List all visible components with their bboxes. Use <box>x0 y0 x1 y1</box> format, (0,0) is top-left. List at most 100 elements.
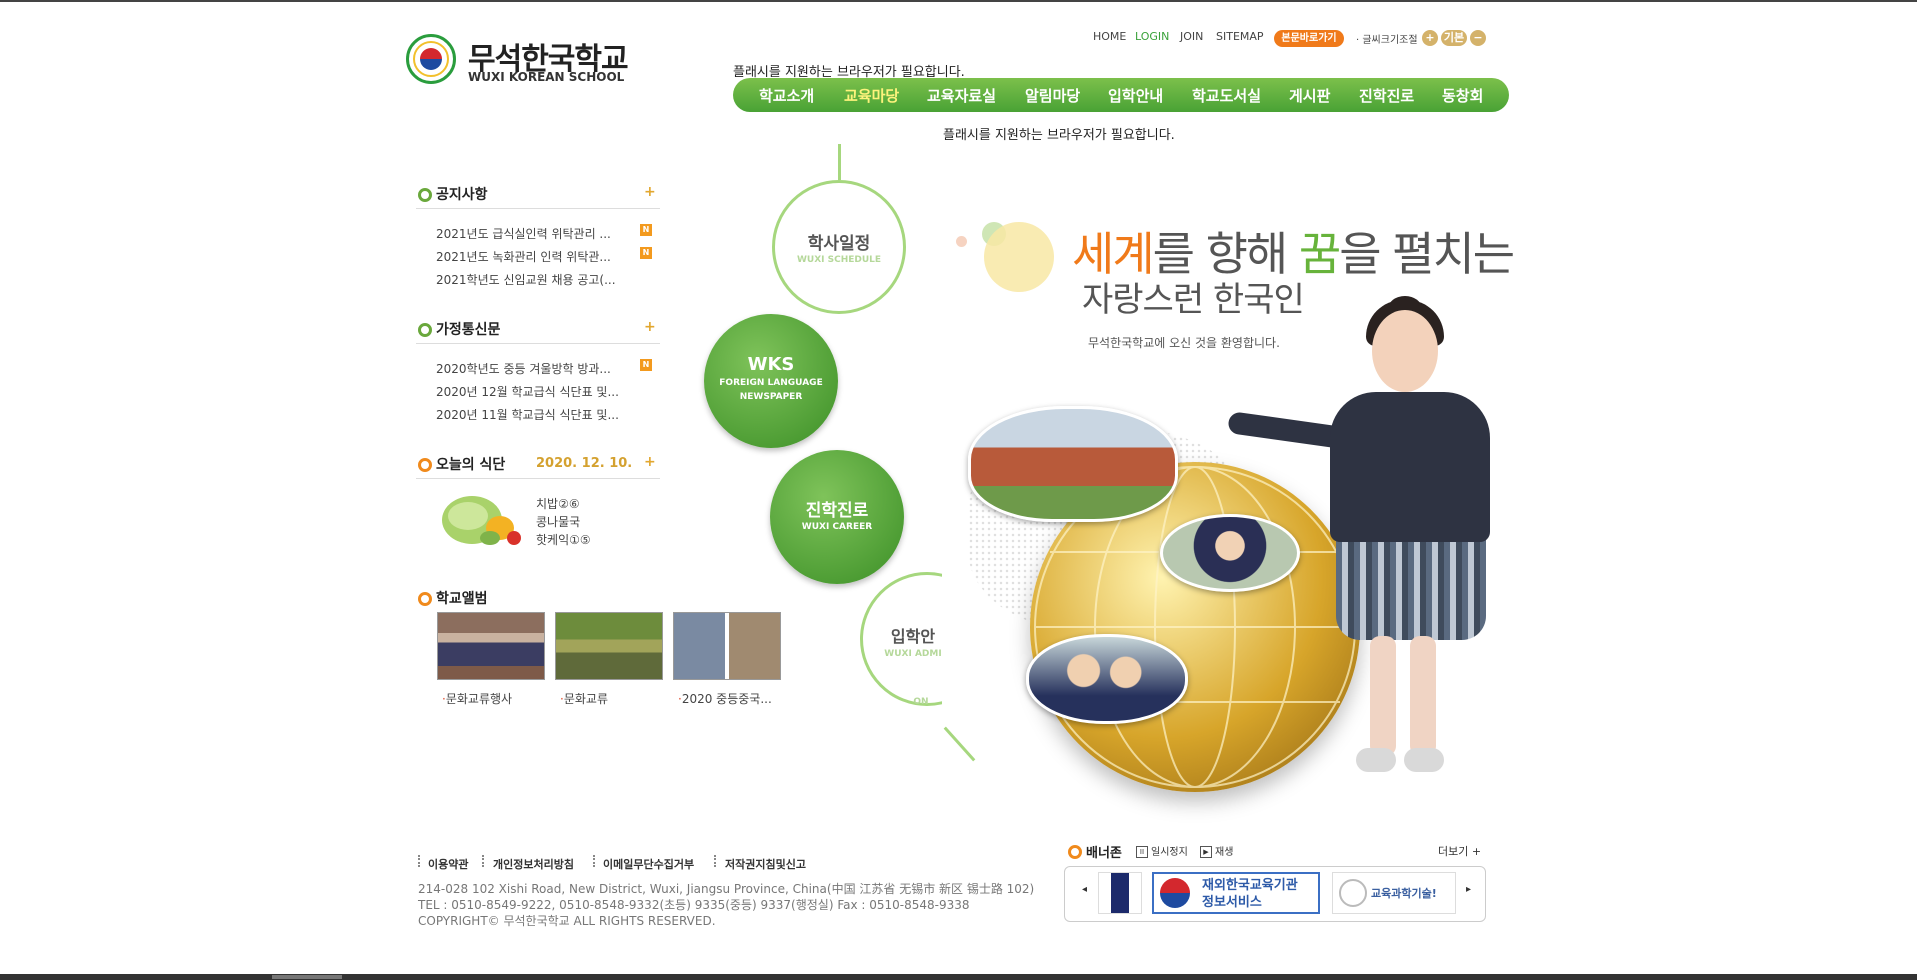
notice-bullet-icon <box>418 188 432 202</box>
schedule-sub: WUXI SCHEDULE <box>796 255 882 265</box>
meal-menu-item: 콩나물국 <box>536 515 581 529</box>
deco-circle <box>984 222 1054 292</box>
student-model-face <box>1372 310 1438 392</box>
banner-item-korean-edu-info[interactable]: 재외한국교육기관 정보서비스 <box>1152 872 1320 914</box>
newsletter-title: 가정통신문 <box>436 322 501 338</box>
newsletter-item[interactable]: 2020년 12월 학교급식 식단표 및... <box>436 383 636 400</box>
font-default-button[interactable]: 기본 <box>1441 30 1467 46</box>
footer-link-copyright[interactable]: 저작권지침및신고 <box>725 856 806 872</box>
horizontal-scrollbar[interactable] <box>0 974 1917 980</box>
album-caption[interactable]: ·2020 중등중국... <box>678 690 772 707</box>
nav-alumni[interactable]: 동창회 <box>1442 85 1483 106</box>
footer-link-email[interactable]: 이메일무단수집거부 <box>603 856 694 872</box>
font-increase-button[interactable]: + <box>1422 30 1438 46</box>
admission-circle[interactable]: 입학안 WUXI ADMI ON <box>860 572 942 707</box>
nav-notices[interactable]: 알림마당 <box>1025 85 1080 106</box>
banner-pause-button[interactable]: II 일시정지 <box>1136 843 1188 858</box>
album-caption[interactable]: ·문화교류행사 <box>442 690 512 707</box>
meal-date: 2020. 12. 10. <box>536 456 633 471</box>
career-title: 진학진로 <box>805 501 869 521</box>
newsletter-item[interactable]: 2020년 11월 학교급식 식단표 및... <box>436 406 636 423</box>
banner-item[interactable] <box>1098 872 1142 914</box>
nav-school-intro[interactable]: 학교소개 <box>759 85 814 106</box>
site-name-en: WUXI KOREAN SCHOOL <box>468 70 625 84</box>
career-circle[interactable]: 진학진로 WUXI CAREER <box>770 450 904 584</box>
meal-menu-item: 핫케익①⑤ <box>536 533 591 547</box>
notice-more-button[interactable]: + <box>644 184 656 200</box>
admission-sub: WUXI ADMI <box>884 649 942 659</box>
hero-welcome: 무석한국학교에 오신 것을 환영합니다. <box>1088 336 1280 350</box>
flash-notice-sub: 플래시를 지원하는 브라우저가 필요합니다. <box>943 128 1175 143</box>
student-model-shoe <box>1356 748 1396 772</box>
student-model-leg <box>1410 636 1436 756</box>
join-link[interactable]: JOIN <box>1180 30 1203 43</box>
banner-text: 교육과학기술! <box>1371 887 1437 900</box>
new-badge: N <box>640 224 652 236</box>
banner-prev-arrow-icon[interactable]: ◂ <box>1082 884 1087 895</box>
login-link[interactable]: LOGIN <box>1135 30 1169 43</box>
notice-item[interactable]: 2021년도 녹화관리 인력 위탁관... <box>436 248 636 265</box>
notice-title: 공지사항 <box>436 187 488 203</box>
album-caption[interactable]: ·문화교류 <box>560 690 608 707</box>
newsletter-more-button[interactable]: + <box>644 319 656 335</box>
sitemap-link[interactable]: SITEMAP <box>1216 30 1264 43</box>
skip-to-content-button[interactable]: 본문바로가기 <box>1274 30 1344 47</box>
nav-admission[interactable]: 입학안내 <box>1108 85 1163 106</box>
career-sub: WUXI CAREER <box>801 522 873 532</box>
deco-dot <box>956 236 967 247</box>
ministry-emblem-icon <box>1339 879 1367 907</box>
main-navigation: 학교소개 교육마당 교육자료실 알림마당 입학안내 학교도서실 게시판 진학진로… <box>733 78 1509 112</box>
footer-separator <box>714 855 718 867</box>
footer-address: 214-028 102 Xishi Road, New District, Wu… <box>418 882 1035 896</box>
album-thumbnail[interactable] <box>555 612 663 680</box>
vegetables-image <box>440 488 528 548</box>
scrollbar-thumb[interactable] <box>272 975 342 979</box>
banner-zone-title: 배너존 <box>1086 846 1122 861</box>
admission-sub2: ON <box>913 697 929 707</box>
footer-link-privacy[interactable]: 개인정보처리방침 <box>493 856 574 872</box>
album-thumbnail[interactable] <box>673 612 781 680</box>
schedule-circle[interactable]: 학사일정 WUXI SCHEDULE <box>772 180 906 314</box>
circle-connector <box>943 726 976 762</box>
album-title: 학교앨범 <box>436 591 488 607</box>
font-size-label: · 글씨크기조절 <box>1356 35 1418 46</box>
student-model-shoe <box>1404 748 1444 772</box>
student-model-jacket <box>1330 392 1490 542</box>
home-link[interactable]: HOME <box>1093 30 1126 43</box>
school-building-photo <box>968 406 1178 522</box>
students-boys-photo <box>1026 634 1188 724</box>
nav-materials[interactable]: 교육자료실 <box>927 85 996 106</box>
meal-title: 오늘의 식단 <box>436 457 506 473</box>
font-decrease-button[interactable]: − <box>1470 30 1486 46</box>
newsletter-bullet-icon <box>418 323 432 337</box>
notice-item[interactable]: 2021학년도 신임교원 채용 공고(... <box>436 271 636 288</box>
new-badge: N <box>640 359 652 371</box>
taegeuk-icon <box>1160 878 1190 908</box>
circle-connector <box>838 144 841 180</box>
nav-career[interactable]: 진학진로 <box>1359 85 1414 106</box>
footer-separator <box>593 855 597 867</box>
schedule-title: 학사일정 <box>807 234 871 254</box>
nav-education[interactable]: 교육마당 <box>844 85 899 106</box>
meal-more-button[interactable]: + <box>644 454 656 470</box>
newsletter-divider <box>416 343 660 344</box>
newsletter-item[interactable]: 2020학년도 중등 겨울방학 방과... <box>436 360 636 377</box>
banner-next-arrow-icon[interactable]: ▸ <box>1466 884 1471 895</box>
nav-board[interactable]: 게시판 <box>1289 85 1330 106</box>
meal-bullet-icon <box>418 458 432 472</box>
album-thumbnail[interactable] <box>437 612 545 680</box>
wks-sub2: NEWSPAPER <box>739 392 803 402</box>
student-model-skirt <box>1336 530 1486 640</box>
notice-item[interactable]: 2021년도 급식실인력 위탁관리 ... <box>436 225 636 242</box>
site-logo[interactable]: 무석한국학교 WUXI KOREAN SCHOOL <box>406 34 636 90</box>
banner-play-button[interactable]: ▶ 재생 <box>1200 843 1233 858</box>
play-icon: ▶ <box>1200 846 1212 858</box>
banner-more-link[interactable]: 더보기 + <box>1438 843 1481 859</box>
footer-link-terms[interactable]: 이용약관 <box>428 856 468 872</box>
footer-copyright: COPYRIGHT© 무석한국학교 ALL RIGHTS RESERVED. <box>418 914 716 928</box>
nav-library[interactable]: 학교도서실 <box>1192 85 1261 106</box>
pause-icon: II <box>1136 846 1148 858</box>
new-badge: N <box>640 247 652 259</box>
banner-item-education-science[interactable]: 교육과학기술! <box>1332 872 1456 914</box>
wks-newspaper-circle[interactable]: WKS FOREIGN LANGUAGE NEWSPAPER <box>704 314 838 448</box>
